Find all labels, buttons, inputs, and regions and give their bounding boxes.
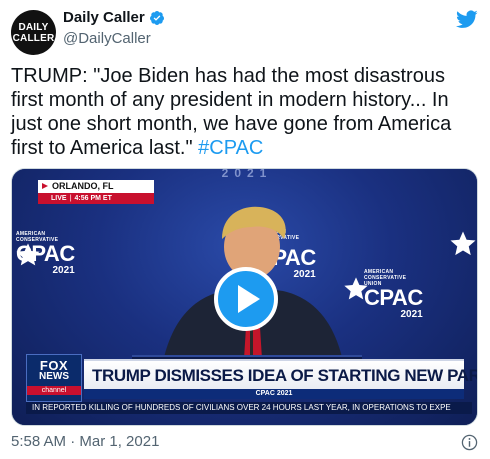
- headline-text: TRUMP DISMISSES IDEA OF STARTING NEW PAR…: [92, 366, 478, 385]
- live-label: LIVE | 4:56 PM ET: [38, 193, 154, 204]
- headline-bar: TRUMP DISMISSES IDEA OF STARTING NEW PAR…: [84, 359, 478, 391]
- verified-badge-icon: [149, 10, 164, 25]
- author-display-name[interactable]: Daily Caller: [63, 9, 145, 26]
- author-block: Daily Caller @DailyCaller: [63, 9, 165, 47]
- play-icon: [238, 285, 260, 313]
- hashtag-link[interactable]: #CPAC: [198, 137, 263, 159]
- star-icon: [16, 243, 40, 266]
- tweet-card: DAILY CALLER Daily Caller @DailyCaller T…: [0, 0, 490, 459]
- avatar-line1: DAILY: [18, 21, 49, 33]
- news-ticker: IN REPORTED KILLING OF HUNDREDS OF CIVIL…: [26, 402, 472, 414]
- cpac-backdrop-logo-right: AMERICAN CONSERVATIVE UNION CPAC 2021: [364, 269, 423, 320]
- tweet-timestamp[interactable]: 5:58 AM · Mar 1, 2021: [11, 433, 159, 450]
- avatar[interactable]: DAILY CALLER: [11, 10, 56, 55]
- info-icon[interactable]: [461, 434, 478, 451]
- subheadline: CPAC 2021: [84, 389, 464, 399]
- location-label: ORLANDO, FL: [38, 180, 154, 193]
- avatar-line2: CALLER: [12, 32, 55, 44]
- tweet-text: TRUMP: "Joe Biden has had the most disas…: [11, 64, 481, 160]
- star-icon: [450, 231, 476, 256]
- video-player[interactable]: 2021 AMERICAN CONSERVATIVE CPAC 2021 AME…: [11, 168, 478, 426]
- fox-news-logo: FOX NEWS channel: [26, 354, 82, 402]
- twitter-bird-icon[interactable]: [456, 10, 478, 29]
- location-tag: ORLANDO, FL LIVE | 4:56 PM ET: [38, 180, 154, 208]
- author-name-row[interactable]: Daily Caller: [63, 9, 165, 26]
- author-handle[interactable]: @DailyCaller: [63, 30, 165, 47]
- play-button[interactable]: [214, 267, 278, 331]
